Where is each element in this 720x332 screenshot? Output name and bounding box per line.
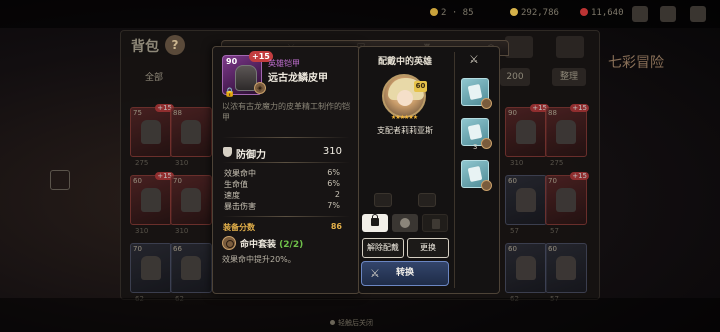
home-icon[interactable] [690, 6, 706, 22]
menu-icon[interactable] [660, 6, 676, 22]
set-name: 命中套装 (2/2) [240, 237, 303, 250]
capacity-chip: 200 [500, 68, 530, 86]
hero-name: 支配者莉莉亚斯 [377, 126, 433, 135]
gear-score-value: 86 [330, 222, 342, 231]
sub-stat-value: 6% [327, 179, 340, 188]
inventory-slot[interactable]: 90 +15 310 [505, 104, 549, 167]
sub-stat-name: 暴击伤害 [224, 202, 256, 211]
shortcut-icon [50, 170, 70, 190]
right-side-banner: 七彩冒险 [608, 55, 664, 71]
inventory-slot[interactable]: 88 +15 275 [545, 104, 589, 167]
hero-stars-icon: ★★★★★★ [390, 114, 418, 121]
delete-button[interactable] [422, 214, 448, 232]
top-resource-bar: 2 · 85 292,786 11,640 [0, 0, 720, 28]
vertical-separator [454, 52, 455, 288]
inventory-title: 背包 [131, 39, 159, 55]
box-dim-icon [418, 193, 436, 207]
item-level: 90 [226, 57, 238, 66]
lock-button[interactable] [362, 214, 388, 232]
mini-item-icon [467, 165, 483, 183]
sub-stat-name: 生命值 [224, 180, 248, 189]
item-description: 以浓有古龙魔力的皮革精工制作的铠甲 [222, 102, 350, 122]
main-stat-name: 防御力 [236, 150, 266, 161]
gear-slot-item[interactable] [461, 160, 492, 191]
swap-icon: ⚔ [370, 267, 380, 280]
hero-face [397, 90, 413, 106]
inventory-slot[interactable]: 88 310 [170, 107, 212, 167]
sub-stat-name: 速度 [224, 191, 240, 200]
sub-stat-name: 效果命中 [224, 169, 256, 178]
left-side-shortcut[interactable] [42, 170, 78, 192]
inventory-slot[interactable]: 6057 [545, 243, 587, 303]
lock-dim-icon [374, 193, 392, 207]
filter-all-tab[interactable]: 全部 [134, 69, 174, 87]
tap-icon [330, 320, 335, 325]
inventory-slot[interactable]: 70 +15 57 [545, 172, 589, 235]
close-hint-text: 轻触后关闭 [338, 319, 373, 327]
inventory-slot[interactable]: 60 +15 310 [130, 172, 174, 235]
lock-icon [371, 214, 379, 226]
resource-gem: 11,640 [580, 8, 624, 18]
inventory-tab-6[interactable] [556, 36, 584, 58]
inventory-tab-5[interactable] [505, 36, 533, 58]
item-name: 远古龙鳞皮甲 [268, 73, 328, 84]
sub-stat-value: 7% [327, 201, 340, 210]
hero-level-badge: 60 [414, 81, 427, 92]
set-effect: 效果命中提升20%。 [222, 255, 296, 264]
crossed-swords-icon: ⚔ [469, 53, 479, 66]
inventory-slot[interactable]: 75 +15 275 [130, 104, 174, 167]
close-hint[interactable]: 轻触后关闭 [330, 318, 373, 328]
divider [222, 137, 350, 138]
set-count: (2/2) [279, 240, 304, 250]
lock-icon: 🔒 [224, 88, 236, 98]
shield-icon [223, 147, 232, 157]
set-badge-icon [481, 180, 492, 191]
trash-icon [432, 219, 440, 229]
set-badge-icon [481, 98, 492, 109]
mail-icon[interactable] [632, 6, 648, 22]
mini-item-icon [467, 123, 483, 141]
inventory-slot[interactable]: 7062 [130, 243, 172, 303]
divider [222, 216, 350, 217]
set-name-text: 命中套装 [240, 240, 277, 250]
inventory-slot[interactable]: 6662 [170, 243, 212, 303]
resource-gold: 292,786 [510, 8, 559, 18]
gear-slot-item[interactable] [461, 78, 492, 109]
help-button[interactable]: ? [165, 35, 185, 55]
sub-stat-value: 6% [327, 168, 340, 177]
inventory-slot[interactable]: 6057 [505, 175, 547, 235]
sort-button[interactable]: 整理 [552, 68, 586, 86]
mini-item-icon [467, 83, 483, 101]
gear-score-label: 装备分数 [223, 223, 255, 232]
set-badge-icon [481, 138, 492, 149]
sell-button[interactable] [392, 214, 418, 232]
sell-icon [400, 218, 410, 228]
unequip-button[interactable]: 解除配戴 [362, 238, 404, 258]
set-badge-icon: ◈ [254, 82, 266, 94]
hit-set-icon [222, 236, 236, 250]
divider [222, 162, 350, 163]
gear-slot-count: 3 [473, 143, 478, 151]
resource-energy: 2 · 85 [430, 8, 474, 18]
sub-stat-value: 2 [334, 190, 340, 199]
change-button[interactable]: 更换 [407, 238, 449, 258]
inventory-slot[interactable]: 6062 [505, 243, 547, 303]
gear-slot-item[interactable] [461, 118, 492, 149]
item-type: 英雄铠甲 [268, 59, 300, 68]
inventory-slot[interactable]: 70 310 [170, 175, 212, 235]
main-stat-value: 310 [322, 146, 342, 157]
equipped-hero-title: 配戴中的英雄 [377, 57, 432, 67]
